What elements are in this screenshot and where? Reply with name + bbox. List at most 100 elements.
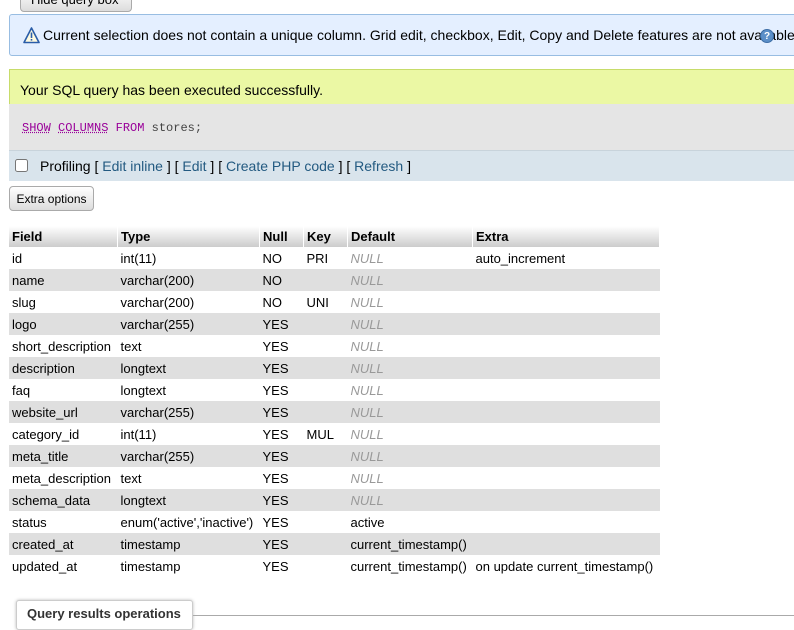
- cell-key: UNI: [306, 294, 329, 310]
- sql-keyword: FROM: [115, 121, 145, 135]
- cell-field: description: [9, 357, 118, 379]
- cell-extra: [472, 533, 660, 555]
- warning-icon: [23, 27, 40, 44]
- cell-key: [304, 511, 348, 533]
- create-php-code-link[interactable]: Create PHP code: [226, 158, 335, 174]
- table-row[interactable]: updated_at timestamp YES current_timestamp(…: [9, 555, 660, 577]
- cell-field: updated_at: [12, 558, 78, 574]
- table-header-row: Field Type Null Key Default Extra: [9, 226, 660, 247]
- cell-extra: [472, 445, 660, 467]
- table-row[interactable]: status enum('active','inactive') YES active: [9, 511, 660, 533]
- cell-field: meta_title: [9, 445, 118, 467]
- cell-null: YES: [262, 558, 289, 574]
- table-row[interactable]: description longtext YES NULL: [9, 357, 660, 379]
- header-null[interactable]: Null: [259, 226, 304, 247]
- cell-field: short_description: [12, 338, 111, 354]
- cell-null: YES: [259, 401, 304, 423]
- cell-null: YES: [259, 357, 304, 379]
- cell-type: varchar(255): [117, 313, 260, 335]
- cell-extra: [472, 401, 660, 423]
- cell-key: [304, 555, 348, 577]
- table-row[interactable]: short_description text YES NULL: [9, 335, 660, 357]
- cell-field: schema_data: [9, 489, 118, 511]
- edit-inline-link[interactable]: Edit inline: [102, 158, 163, 174]
- extra-options-button[interactable]: Extra options: [9, 186, 94, 211]
- cell-field: logo: [9, 313, 118, 335]
- sql-keyword[interactable]: SHOW: [22, 121, 51, 135]
- sql-table-name: stores;: [144, 121, 203, 135]
- profiling-checkbox[interactable]: [15, 159, 28, 172]
- cell-key: [303, 357, 348, 379]
- refresh-link[interactable]: Refresh: [354, 158, 403, 174]
- table-row[interactable]: meta_title varchar(255) YES NULL: [9, 445, 660, 467]
- cell-key: [304, 467, 348, 489]
- cell-type: varchar(255): [117, 401, 260, 423]
- cell-type: int(11): [120, 426, 157, 442]
- sql-keyword[interactable]: COLUMNS: [58, 121, 108, 135]
- cell-key: [304, 379, 348, 401]
- header-field[interactable]: Field: [9, 226, 118, 247]
- table-row[interactable]: meta_description text YES NULL: [9, 467, 660, 489]
- cell-null: YES: [262, 338, 289, 354]
- header-key[interactable]: Key: [303, 226, 348, 247]
- notice-text: Current selection does not contain a uni…: [43, 27, 794, 43]
- table-row[interactable]: id int(11) NO PRI NULL auto_increment: [9, 247, 660, 269]
- cell-type: varchar(255): [117, 445, 260, 467]
- cell-key: [303, 489, 348, 511]
- header-extra[interactable]: Extra: [472, 226, 660, 247]
- cell-default: NULL: [347, 313, 473, 335]
- query-results-operations-tab[interactable]: Query results operations: [16, 600, 193, 630]
- query-results-operations-label: Query results operations: [27, 606, 181, 621]
- table-row[interactable]: created_at timestamp YES current_timestamp(…: [9, 533, 660, 555]
- cell-default: NULL: [350, 250, 384, 266]
- cell-extra: [473, 467, 660, 489]
- cell-type: int(11): [120, 250, 157, 266]
- cell-type: text: [120, 470, 142, 486]
- help-icon[interactable]: ?: [760, 29, 774, 43]
- cell-extra: [473, 379, 660, 401]
- cell-default: NULL: [347, 357, 473, 379]
- table-row[interactable]: slug varchar(200) NO UNI NULL: [9, 291, 660, 313]
- cell-extra: [472, 489, 660, 511]
- table-row[interactable]: category_id int(11) YES MUL NULL: [9, 423, 660, 445]
- cell-key: [303, 533, 348, 555]
- cell-type: text: [120, 338, 142, 354]
- cell-default: active: [350, 514, 385, 530]
- cell-extra: [473, 291, 660, 313]
- columns-table: Field Type Null Key Default Extra id int(…: [9, 226, 660, 577]
- hide-query-box-button[interactable]: Hide query box: [20, 0, 132, 12]
- cell-extra: [473, 335, 660, 357]
- header-default[interactable]: Default: [347, 226, 473, 247]
- cell-null: YES: [259, 489, 304, 511]
- sql-query-box: SHOW COLUMNS FROM stores;: [9, 104, 794, 150]
- cell-default: NULL: [350, 338, 384, 354]
- cell-extra: [472, 313, 660, 335]
- cell-default: NULL: [350, 382, 384, 398]
- cell-type: longtext: [117, 357, 260, 379]
- table-row[interactable]: schema_data longtext YES NULL: [9, 489, 660, 511]
- cell-type: varchar(200): [117, 269, 260, 291]
- cell-null: NO: [262, 250, 283, 266]
- cell-key: PRI: [306, 250, 329, 266]
- profiling-label[interactable]: Profiling: [40, 158, 91, 174]
- edit-link[interactable]: Edit: [182, 158, 206, 174]
- cell-key: [303, 445, 348, 467]
- sql-query-text[interactable]: SHOW COLUMNS FROM stores;: [22, 121, 202, 135]
- cell-extra: [473, 511, 660, 533]
- table-row[interactable]: logo varchar(255) YES NULL: [9, 313, 660, 335]
- cell-extra: auto_increment: [475, 250, 566, 266]
- header-type[interactable]: Type: [117, 226, 260, 247]
- cell-null: NO: [259, 269, 304, 291]
- success-message: Your SQL query has been executed success…: [9, 69, 794, 104]
- table-row[interactable]: website_url varchar(255) YES NULL: [9, 401, 660, 423]
- cell-default: NULL: [347, 445, 473, 467]
- table-row[interactable]: name varchar(200) NO NULL: [9, 269, 660, 291]
- divider: [193, 615, 794, 616]
- cell-null: YES: [259, 445, 304, 467]
- cell-null: YES: [262, 514, 289, 530]
- table-row[interactable]: faq longtext YES NULL: [9, 379, 660, 401]
- cell-field: name: [9, 269, 118, 291]
- cell-null: YES: [262, 382, 289, 398]
- cell-key: [303, 269, 348, 291]
- cell-key: [303, 313, 348, 335]
